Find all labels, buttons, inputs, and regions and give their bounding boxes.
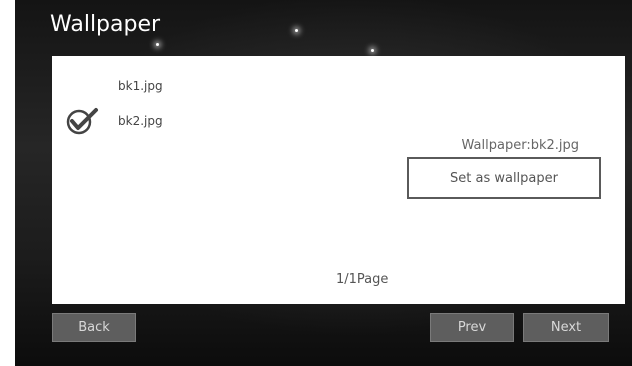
star-decoration [295, 29, 298, 32]
star-decoration [156, 43, 159, 46]
page-title: Wallpaper [50, 12, 161, 37]
star-decoration [371, 49, 374, 52]
wallpaper-screen: Wallpaper bk1.jpg bk2.jpg Wallpaper:bk2.… [15, 0, 632, 366]
set-as-wallpaper-button[interactable]: Set as wallpaper [407, 157, 601, 199]
back-button[interactable]: Back [52, 313, 136, 342]
next-button[interactable]: Next [523, 313, 609, 342]
page-indicator: 1/1Page [336, 272, 389, 287]
wallpaper-panel: bk1.jpg bk2.jpg Wallpaper:bk2.jpg Set as… [52, 56, 625, 304]
current-wallpaper-label: Wallpaper:bk2.jpg [461, 138, 579, 153]
checkmark-circle-icon [66, 108, 98, 135]
file-item-bk1[interactable]: bk1.jpg [118, 79, 163, 93]
file-item-bk2[interactable]: bk2.jpg [118, 114, 163, 128]
prev-button[interactable]: Prev [430, 313, 514, 342]
